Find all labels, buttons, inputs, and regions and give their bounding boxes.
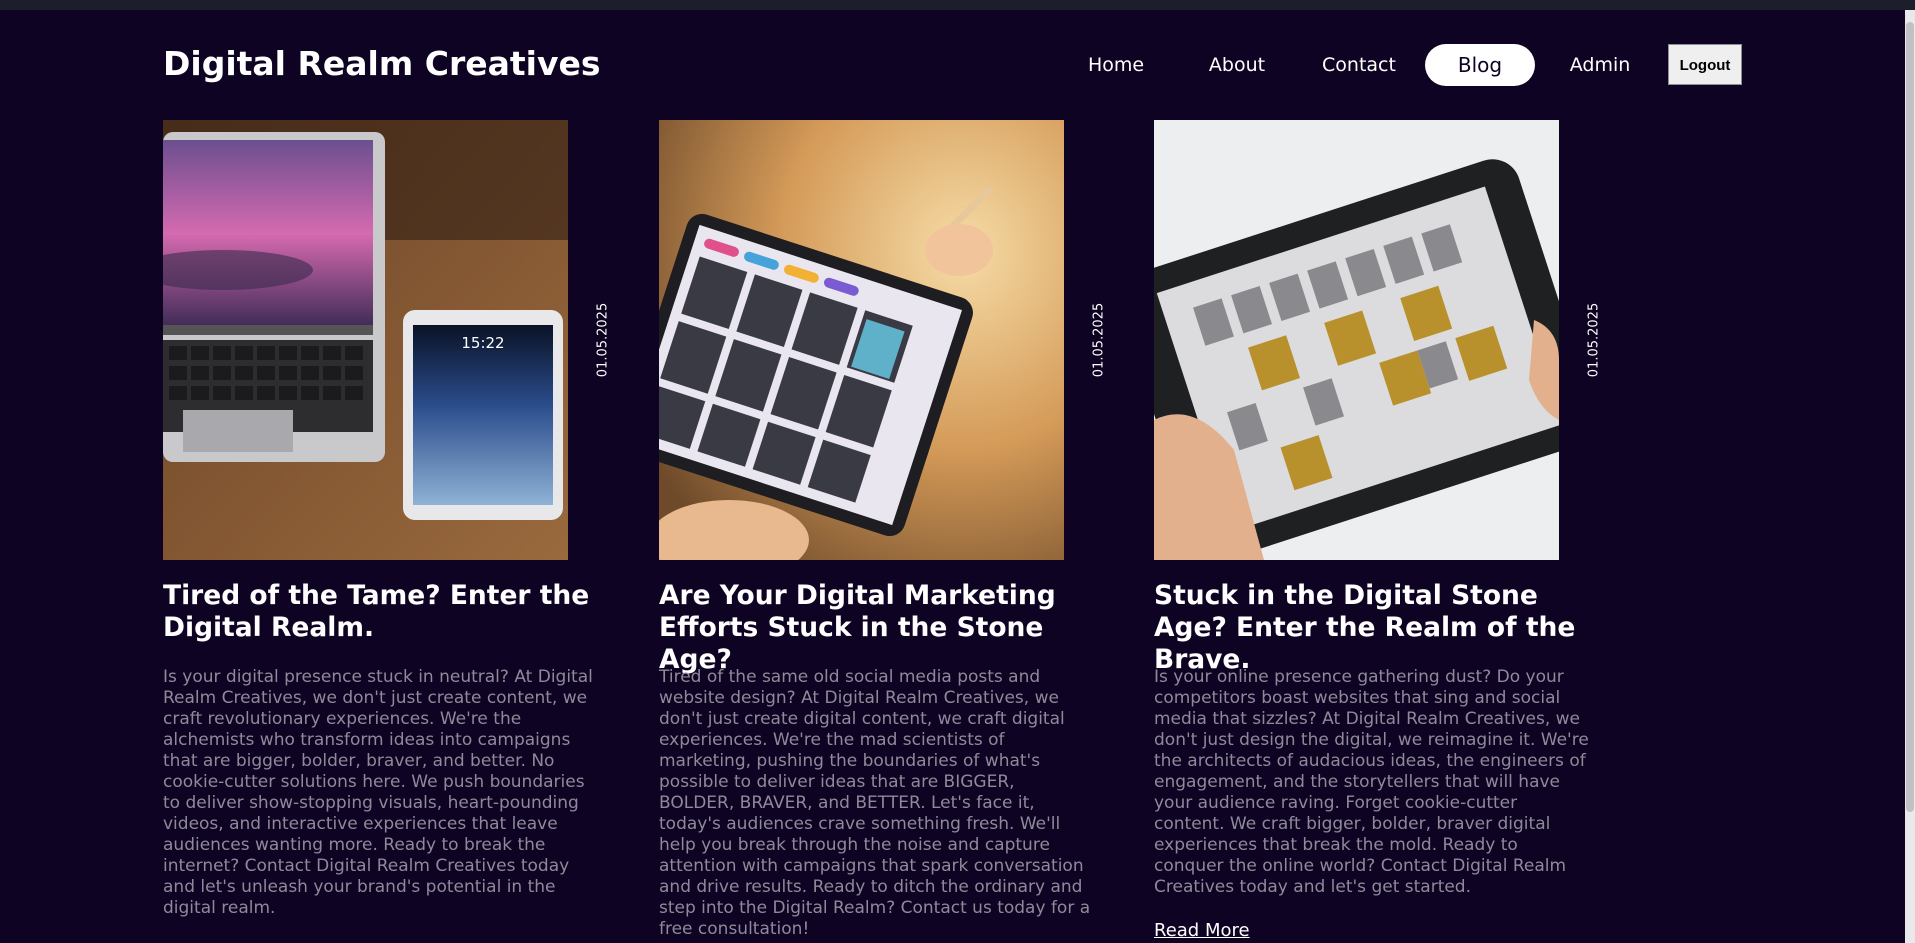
post-3-title[interactable]: Stuck in the Digital Stone Age? Enter th… xyxy=(1154,580,1584,676)
post-3-date: 01.05.2025 xyxy=(1586,302,1602,378)
post-2-date: 01.05.2025 xyxy=(1091,302,1107,378)
post-2-image[interactable] xyxy=(659,120,1064,560)
post-3-image[interactable] xyxy=(1154,120,1559,560)
post-1-image[interactable]: 15:22 xyxy=(163,120,568,560)
post-2-title[interactable]: Are Your Digital Marketing Efforts Stuck… xyxy=(659,580,1089,676)
logout-button[interactable]: Logout xyxy=(1668,44,1742,85)
scrollbar-thumb[interactable] xyxy=(1906,22,1914,812)
post-3-read-more-link[interactable]: Read More xyxy=(1154,920,1250,941)
post-1-excerpt: Is your digital presence stuck in neutra… xyxy=(163,667,593,918)
svg-text:15:22: 15:22 xyxy=(461,334,504,352)
post-1-date: 01.05.2025 xyxy=(595,302,611,378)
post-2-excerpt: Tired of the same old social media posts… xyxy=(659,667,1091,939)
scrollbar[interactable] xyxy=(1905,10,1915,943)
nav-admin[interactable]: Admin xyxy=(1562,44,1638,86)
site-logo[interactable]: Digital Realm Creatives xyxy=(163,44,601,83)
post-1-title[interactable]: Tired of the Tame? Enter the Digital Rea… xyxy=(163,580,593,644)
browser-top-bar xyxy=(0,0,1915,10)
nav-home[interactable]: Home xyxy=(1075,44,1157,86)
post-3-excerpt: Is your online presence gathering dust? … xyxy=(1154,667,1589,897)
nav-about[interactable]: About xyxy=(1195,44,1279,86)
nav-contact[interactable]: Contact xyxy=(1318,44,1400,86)
nav-blog[interactable]: Blog xyxy=(1425,44,1535,86)
